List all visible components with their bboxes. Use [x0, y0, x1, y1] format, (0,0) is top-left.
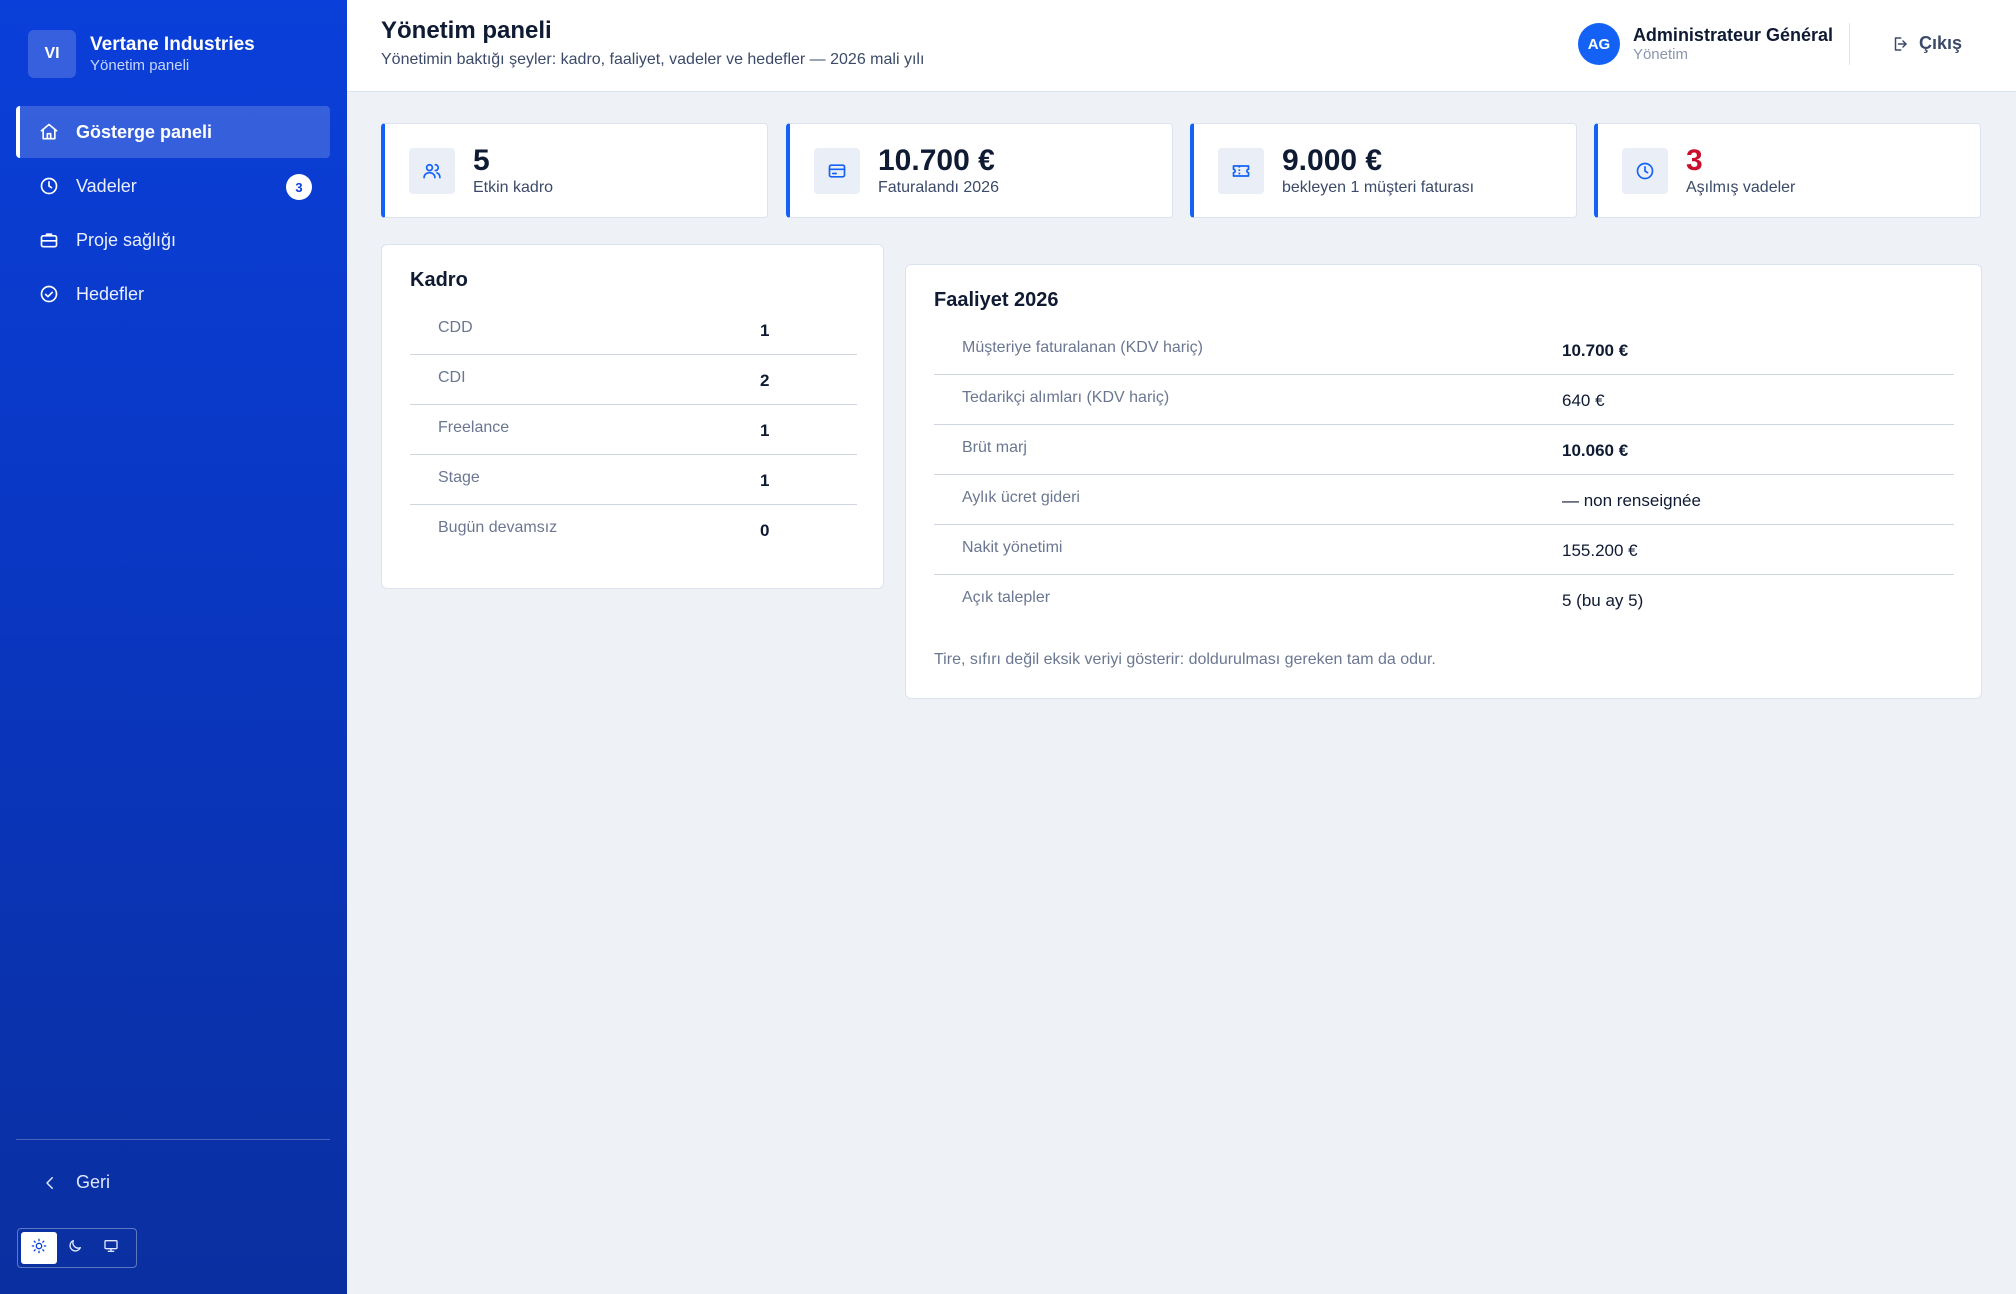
logout-button[interactable]: Çıkış — [1891, 33, 1962, 54]
kpi-label: bekleyen 1 müşteri faturası — [1282, 179, 1475, 196]
clock-icon — [38, 175, 60, 197]
table-row: CDD 1 — [410, 305, 857, 355]
staff-panel: Kadro CDD 1 CDI 2 Freelance 1 Stage 1 Bu… — [381, 244, 884, 589]
user-menu[interactable]: AG Administrateur Général Yönetim — [1577, 23, 1833, 65]
row-label: Freelance — [438, 419, 510, 436]
check-circle-icon — [38, 283, 60, 305]
credit-card-icon — [814, 148, 860, 194]
kpi-value: 10.700 € — [878, 144, 995, 177]
activity-panel-title: Faaliyet 2026 — [934, 289, 1059, 311]
table-row: Brüt marj 10.060 € — [934, 425, 1954, 475]
row-value: 155.200 € — [1562, 541, 1638, 560]
sidebar-divider — [16, 1139, 330, 1140]
row-label: Müşteriye faturalanan (KDV hariç) — [962, 339, 1203, 356]
page-title: Yönetim paneli — [381, 17, 552, 44]
sidebar-item-label: Gösterge paneli — [76, 121, 213, 142]
row-value: 10.700 € — [1562, 341, 1629, 360]
light-theme-button[interactable] — [21, 1232, 57, 1264]
sidebar-item-dashboard[interactable]: Gösterge paneli — [16, 106, 330, 158]
missing-data-note: Tire, sıfırı değil eksik veriyi gösterir… — [934, 651, 1436, 668]
ticket-icon — [1218, 148, 1264, 194]
table-row: Müşteriye faturalanan (KDV hariç) 10.700… — [934, 325, 1954, 375]
row-label: CDD — [438, 319, 473, 336]
row-label: Açık talepler — [962, 589, 1051, 606]
deadlines-count-badge: 3 — [286, 174, 312, 200]
row-value: 640 € — [1562, 391, 1605, 410]
sidebar: VI Vertane Industries Yönetim paneli Gös… — [0, 0, 347, 1294]
row-label: Stage — [438, 469, 480, 486]
table-row: Tedarikçi alımları (KDV hariç) 640 € — [934, 375, 1954, 425]
sidebar-item-goals[interactable]: Hedefler — [16, 268, 330, 320]
row-value: 2 — [760, 371, 770, 390]
sidebar-item-label: Vadeler — [76, 175, 137, 196]
row-label: Brüt marj — [962, 439, 1027, 456]
clock-icon — [1622, 148, 1668, 194]
dark-theme-button[interactable] — [57, 1232, 93, 1264]
logout-icon — [1891, 35, 1909, 53]
row-label: Aylık ücret gideri — [962, 489, 1080, 506]
theme-switcher — [17, 1228, 137, 1268]
row-value: 0 — [760, 521, 770, 540]
sidebar-item-label: Hedefler — [76, 283, 145, 304]
kpi-card-overdue: 3 Aşılmış vadeler — [1594, 123, 1981, 218]
row-label: Tedarikçi alımları (KDV hariç) — [962, 389, 1170, 406]
users-icon — [409, 148, 455, 194]
user-role: Yönetim — [1632, 46, 1688, 63]
kpi-value: 3 — [1686, 144, 1703, 177]
table-row: Freelance 1 — [410, 405, 857, 455]
row-label: Nakit yönetimi — [962, 539, 1063, 556]
kpi-label: Aşılmış vadeler — [1686, 179, 1796, 196]
monitor-icon — [103, 1238, 119, 1259]
kpi-label: Faturalandı 2026 — [878, 179, 999, 196]
sun-icon — [31, 1238, 47, 1259]
staff-panel-title: Kadro — [410, 269, 468, 291]
user-name: Administrateur Général — [1632, 25, 1833, 45]
activity-panel: Faaliyet 2026 Müşteriye faturalanan (KDV… — [905, 264, 1982, 699]
kpi-card-invoiced: 10.700 € Faturalandı 2026 — [786, 123, 1173, 218]
chevron-left-icon — [40, 1173, 60, 1193]
brand[interactable]: VI Vertane Industries Yönetim paneli — [28, 30, 255, 78]
row-value: 1 — [760, 321, 770, 340]
sidebar-nav: Gösterge paneli Vadeler 3 Proje sağlığı … — [16, 106, 330, 322]
sidebar-item-label: Proje sağlığı — [76, 229, 177, 250]
kpi-card-staff: 5 Etkin kadro — [381, 123, 768, 218]
brand-subtitle: Yönetim paneli — [90, 57, 190, 74]
home-icon — [38, 121, 60, 143]
brand-logo: VI — [28, 30, 76, 78]
table-row: Bugün devamsız 0 — [410, 505, 857, 555]
row-value: — non renseignée — [1562, 491, 1701, 510]
table-row: Stage 1 — [410, 455, 857, 505]
kpi-value: 9.000 € — [1282, 144, 1383, 177]
table-row: Aylık ücret gideri — non renseignée — [934, 475, 1954, 525]
sidebar-item-deadlines[interactable]: Vadeler 3 — [16, 160, 330, 212]
logout-label: Çıkış — [1918, 33, 1962, 53]
system-theme-button[interactable] — [93, 1232, 129, 1264]
kpi-value: 5 — [473, 144, 490, 177]
row-value: 10.060 € — [1562, 441, 1629, 460]
briefcase-icon — [38, 229, 60, 251]
row-value: 1 — [760, 471, 770, 490]
kpi-label: Etkin kadro — [473, 179, 554, 196]
back-label: Geri — [76, 1172, 111, 1192]
row-value: 5 (bu ay 5) — [1562, 591, 1644, 610]
avatar: AG — [1577, 23, 1620, 65]
header-divider — [1849, 23, 1850, 65]
table-row: Açık talepler 5 (bu ay 5) — [934, 575, 1954, 625]
moon-icon — [67, 1238, 83, 1259]
row-label: Bugün devamsız — [438, 519, 558, 536]
top-bar: Yönetim paneli Yönetimin baktığı şeyler:… — [347, 0, 2016, 92]
table-row: Nakit yönetimi 155.200 € — [934, 525, 1954, 575]
kpi-card-pending: 9.000 € bekleyen 1 müşteri faturası — [1190, 123, 1577, 218]
back-button[interactable]: Geri — [40, 1172, 110, 1193]
sidebar-item-project-health[interactable]: Proje sağlığı — [16, 214, 330, 266]
row-value: 1 — [760, 421, 770, 440]
page-subtitle: Yönetimin baktığı şeyler: kadro, faaliye… — [381, 51, 925, 68]
table-row: CDI 2 — [410, 355, 857, 405]
brand-name: Vertane Industries — [90, 34, 255, 55]
row-label: CDI — [438, 369, 466, 386]
